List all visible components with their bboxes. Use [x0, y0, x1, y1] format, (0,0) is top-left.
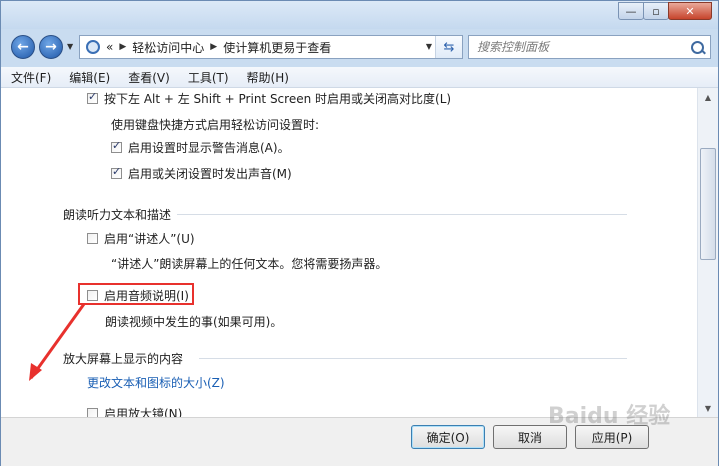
- change-text-size-link[interactable]: 更改文本和图标的大小(Z): [87, 374, 225, 391]
- control-panel-window: — ▫ ✕ ← → ▼ « ▶ 轻松访问中心 ▶ 使计算机更易于查看 ▼ ⇆ 文…: [0, 0, 719, 466]
- narrator-option[interactable]: 启用“讲述人”(U): [87, 230, 195, 247]
- magnify-section-heading: 放大屏幕上显示的内容: [63, 352, 184, 366]
- play-sound-label: 启用或关闭设置时发出声音(M): [128, 167, 292, 181]
- restore-button[interactable]: ▫: [643, 2, 669, 20]
- search-input[interactable]: [477, 39, 677, 55]
- refresh-button[interactable]: ⇆: [435, 36, 462, 58]
- refresh-icon: ⇆: [443, 39, 455, 55]
- high-contrast-shortcut-option[interactable]: 按下左 Alt + 左 Shift + Print Screen 时启用或关闭高…: [87, 90, 451, 107]
- menu-tools[interactable]: 工具(T): [180, 69, 237, 86]
- audio-description-detail-text: 朗读视频中发生的事(如果可用)。: [105, 315, 283, 329]
- annotation-highlight-box: [78, 283, 194, 305]
- breadcrumb-ease-of-access[interactable]: 轻松访问中心: [132, 39, 204, 56]
- breadcrumb-overflow[interactable]: «: [106, 40, 113, 54]
- high-contrast-shortcut-checkbox[interactable]: [87, 90, 98, 104]
- scroll-up-icon[interactable]: ▲: [699, 89, 717, 105]
- narrator-description: “讲述人”朗读屏幕上的任何文本。您将需要扬声器。: [111, 255, 387, 272]
- forward-arrow-icon: →: [45, 39, 57, 55]
- narrator-label: 启用“讲述人”(U): [104, 232, 195, 246]
- breadcrumb-separator-icon[interactable]: ▶: [210, 42, 217, 52]
- breadcrumb-separator-icon[interactable]: ▶: [119, 42, 126, 52]
- search-box[interactable]: [468, 35, 711, 59]
- scroll-thumb[interactable]: [700, 148, 716, 260]
- narrator-description-text: “讲述人”朗读屏幕上的任何文本。您将需要扬声器。: [111, 257, 388, 271]
- restore-icon: ▫: [652, 4, 660, 18]
- minimize-button[interactable]: —: [618, 2, 644, 20]
- scroll-down-icon[interactable]: ▼: [699, 400, 717, 416]
- settings-content: 按下左 Alt + 左 Shift + Print Screen 时启用或关闭高…: [1, 88, 697, 417]
- window-controls: — ▫ ✕: [618, 2, 712, 20]
- magnifier-label: 启用放大镜(N): [104, 407, 183, 417]
- forward-button[interactable]: →: [39, 35, 63, 59]
- magnifier-checkbox[interactable]: [87, 408, 98, 417]
- section-divider: [177, 214, 627, 215]
- show-warning-checkbox[interactable]: [111, 139, 122, 153]
- minimize-icon: —: [625, 4, 637, 18]
- section-divider: [199, 358, 627, 359]
- shortcut-intro-label: 使用键盘快捷方式启用轻松访问设置时:: [111, 118, 320, 132]
- narration-section-heading: 朗读听力文本和描述: [63, 208, 172, 222]
- address-row: ← → ▼ « ▶ 轻松访问中心 ▶ 使计算机更易于查看 ▼ ⇆: [1, 31, 718, 63]
- high-contrast-shortcut-label: 按下左 Alt + 左 Shift + Print Screen 时启用或关闭高…: [104, 92, 452, 106]
- show-warning-label: 启用设置时显示警告消息(A)。: [128, 141, 290, 155]
- vertical-scrollbar[interactable]: ▲ ▼: [697, 88, 718, 417]
- ok-button[interactable]: 确定(O): [411, 425, 485, 449]
- address-bar[interactable]: « ▶ 轻松访问中心 ▶ 使计算机更易于查看 ▼ ⇆: [79, 35, 463, 59]
- menu-bar: 文件(F) 编辑(E) 查看(V) 工具(T) 帮助(H): [1, 67, 718, 88]
- back-arrow-icon: ←: [17, 39, 29, 55]
- recent-pages-dropdown-icon[interactable]: ▼: [67, 42, 73, 51]
- baidu-watermark: Baidu 经验: [548, 404, 671, 429]
- control-panel-icon: [86, 40, 100, 54]
- breadcrumb-make-easier-to-see[interactable]: 使计算机更易于查看: [223, 39, 331, 56]
- back-button[interactable]: ←: [11, 35, 35, 59]
- play-sound-option[interactable]: 启用或关闭设置时发出声音(M): [111, 165, 292, 182]
- close-icon: ✕: [685, 4, 695, 18]
- close-button[interactable]: ✕: [668, 2, 712, 20]
- play-sound-checkbox[interactable]: [111, 165, 122, 179]
- magnifier-option[interactable]: 启用放大镜(N): [87, 405, 182, 417]
- narrator-checkbox[interactable]: [87, 233, 98, 244]
- text-size-link-row[interactable]: 更改文本和图标的大小(Z): [87, 374, 225, 391]
- search-icon[interactable]: [691, 41, 704, 54]
- shortcut-intro-text: 使用键盘快捷方式启用轻松访问设置时:: [111, 116, 319, 133]
- address-dropdown-icon[interactable]: ▼: [426, 42, 432, 51]
- menu-help[interactable]: 帮助(H): [239, 69, 297, 86]
- menu-file[interactable]: 文件(F): [3, 69, 59, 86]
- title-bar: — ▫ ✕: [1, 1, 718, 29]
- menu-edit[interactable]: 编辑(E): [61, 69, 118, 86]
- show-warning-option[interactable]: 启用设置时显示警告消息(A)。: [111, 139, 290, 156]
- audio-description-detail: 朗读视频中发生的事(如果可用)。: [105, 313, 282, 330]
- menu-view[interactable]: 查看(V): [120, 69, 178, 86]
